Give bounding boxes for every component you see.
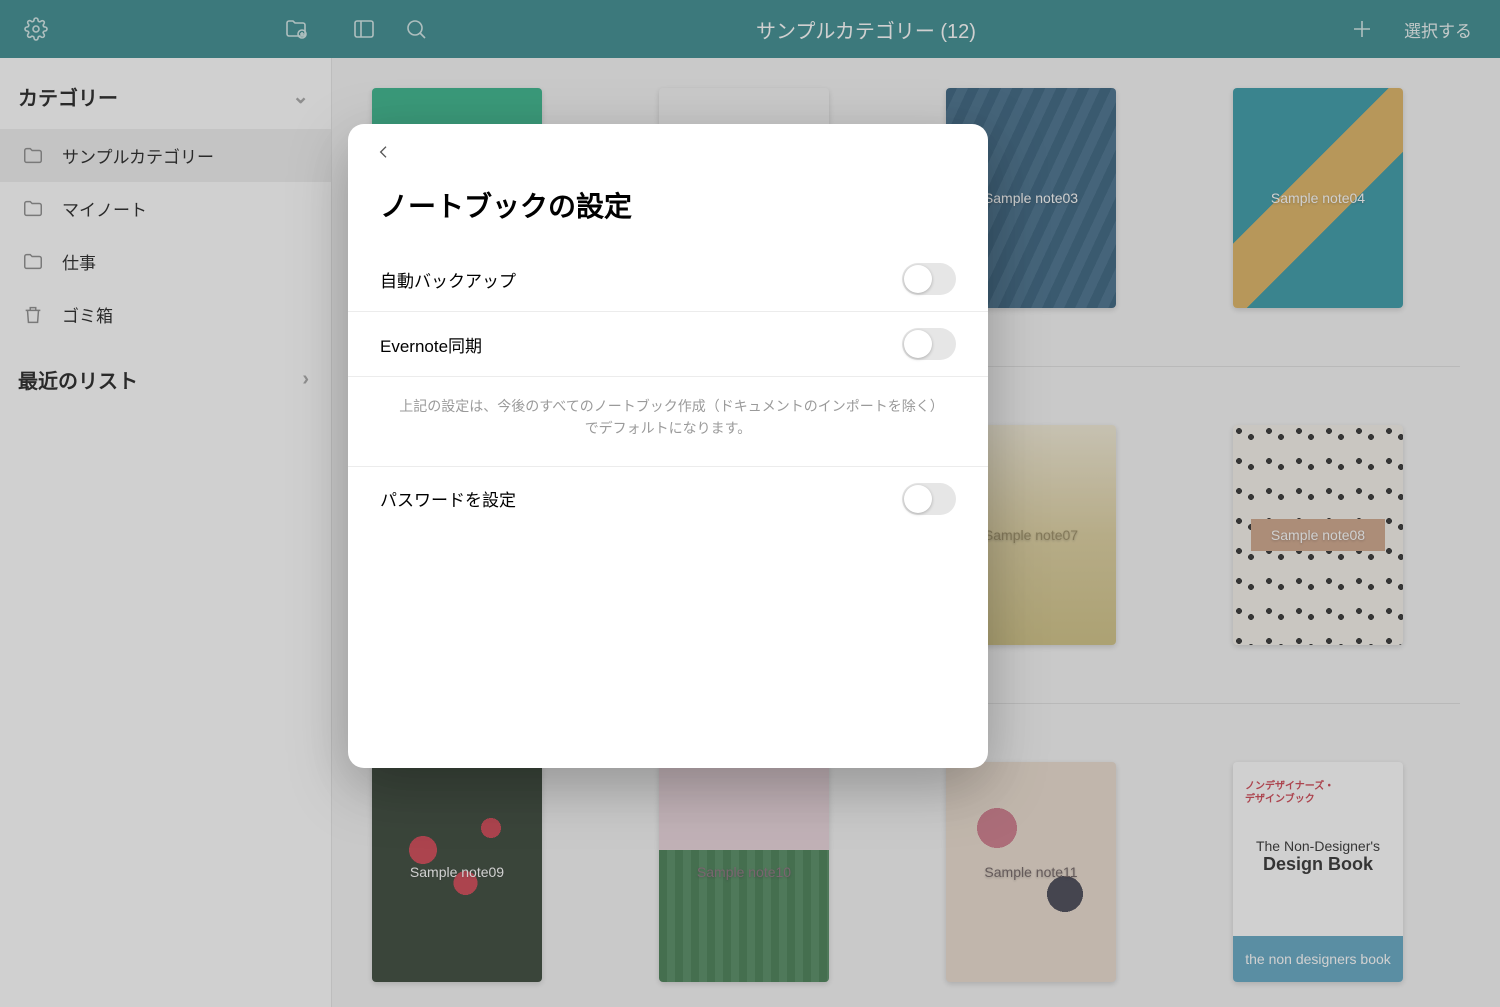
- setting-row-auto-backup: 自動バックアップ: [348, 247, 988, 312]
- toggle-password[interactable]: [902, 483, 956, 515]
- toggle-evernote-sync[interactable]: [902, 328, 956, 360]
- setting-label: Evernote同期: [380, 332, 482, 357]
- notebook-settings-modal: ノートブックの設定 自動バックアップ Evernote同期 上記の設定は、今後の…: [348, 124, 988, 768]
- setting-row-evernote-sync: Evernote同期: [348, 312, 988, 377]
- back-button[interactable]: [348, 124, 988, 165]
- setting-row-password: パスワードを設定: [348, 467, 988, 531]
- toggle-auto-backup[interactable]: [902, 263, 956, 295]
- setting-label: パスワードを設定: [380, 486, 516, 511]
- setting-label: 自動バックアップ: [380, 267, 516, 292]
- settings-note: 上記の設定は、今後のすべてのノートブック作成（ドキュメントのインポートを除く）で…: [348, 377, 988, 467]
- modal-title: ノートブックの設定: [348, 165, 988, 247]
- chevron-left-icon: [376, 144, 392, 160]
